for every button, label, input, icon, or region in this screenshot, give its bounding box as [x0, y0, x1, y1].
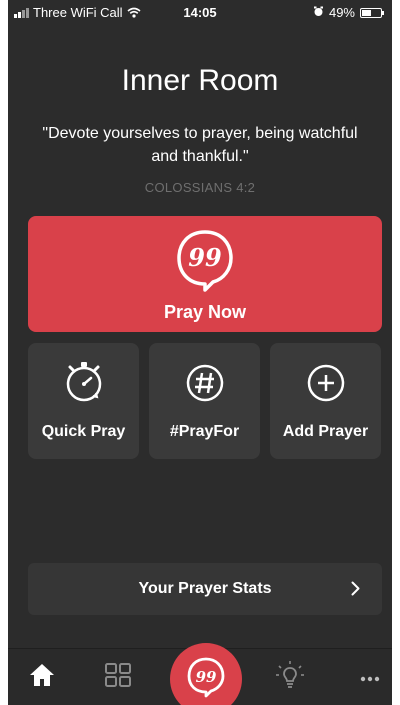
add-prayer-label: Add Prayer — [282, 423, 369, 440]
verse-reference: COLOSSIANS 4:2 — [144, 180, 256, 195]
status-right: 49% — [313, 5, 384, 20]
quote-bubble-icon: 99 — [175, 228, 235, 297]
grid-icon — [105, 663, 131, 692]
prayfor-button[interactable]: #PrayFor — [149, 343, 260, 459]
more-icon — [360, 669, 380, 687]
verse-text: "Devote yourselves to prayer, being watc… — [42, 125, 358, 165]
stopwatch-icon — [62, 359, 106, 403]
prayer-stats-label: Your Prayer Stats — [138, 580, 272, 597]
plus-circle-icon — [304, 359, 348, 403]
pray-now-label: Pray Now — [163, 302, 247, 322]
tab-grid[interactable] — [88, 649, 148, 705]
quick-pray-button[interactable]: Quick Pray — [28, 343, 139, 459]
svg-text:99: 99 — [196, 668, 217, 686]
alarm-icon — [313, 5, 324, 20]
lightbulb-icon — [275, 660, 305, 695]
home-icon — [29, 663, 55, 692]
svg-text:99: 99 — [188, 243, 222, 272]
page-title: Inner Room — [121, 64, 279, 97]
tab-pray[interactable]: 99 — [170, 643, 242, 705]
hashtag-icon — [183, 359, 227, 403]
tab-more[interactable] — [340, 649, 392, 705]
tab-home[interactable] — [12, 649, 72, 705]
quote-bubble-icon: 99 — [186, 656, 226, 703]
status-bar: Three WiFi Call 14:05 49% — [8, 0, 392, 26]
quick-pray-label: Quick Pray — [41, 423, 126, 440]
battery-level — [362, 9, 371, 16]
prayfor-label: #PrayFor — [169, 423, 240, 440]
battery-percent: 49% — [328, 5, 355, 20]
chevron-right-icon — [351, 581, 360, 601]
prayer-stats-button[interactable]: Your Prayer Stats — [28, 563, 382, 615]
battery-icon — [360, 7, 384, 18]
app-screen: Three WiFi Call 14:05 49% Inner Room "De… — [8, 0, 392, 705]
add-prayer-button[interactable]: Add Prayer — [270, 343, 381, 459]
tab-ideas[interactable] — [260, 649, 320, 705]
pray-now-button[interactable]: 99 Pray Now — [28, 216, 382, 332]
